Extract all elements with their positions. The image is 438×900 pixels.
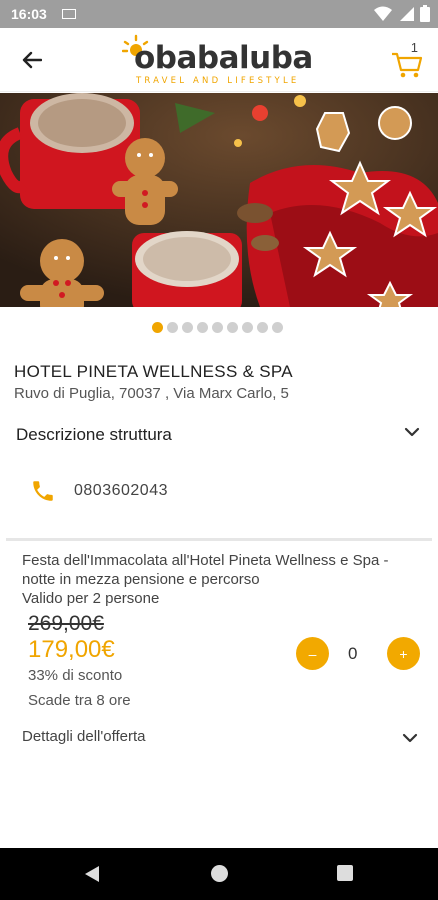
battery-icon (420, 5, 430, 22)
chevron-down-icon (402, 733, 418, 743)
app-bar: obabaluba TRAVEL AND LIFESTYLE 1 (0, 28, 438, 92)
signal-icon (400, 6, 414, 21)
offer-details-toggle[interactable]: Dettagli dell'offerta (0, 720, 438, 760)
minus-icon: – (308, 645, 317, 662)
hotel-address: Ruvo di Puglia, 70037 , Via Marx Carlo, … (14, 385, 289, 402)
carousel-dot[interactable] (182, 322, 193, 333)
status-time: 16:03 (11, 6, 47, 22)
back-button[interactable] (16, 46, 48, 74)
offer-card: Festa dell'Immacolata all'Hotel Pineta W… (22, 551, 417, 608)
carousel-dot[interactable] (257, 322, 268, 333)
arrow-left-icon (22, 51, 42, 69)
carousel-dot[interactable] (212, 322, 223, 333)
phone-contact[interactable]: 0803602043 (0, 470, 438, 514)
hotel-name: HOTEL PINETA WELLNESS & SPA (14, 362, 293, 381)
nav-recents-icon[interactable] (337, 865, 353, 881)
cart-button[interactable]: 1 (390, 36, 424, 80)
wifi-icon (374, 6, 392, 21)
cart-icon (392, 52, 423, 78)
quantity-value: 0 (348, 644, 358, 663)
carousel-dot[interactable] (227, 322, 238, 333)
christmas-treats-image (0, 93, 438, 307)
plus-icon: + (399, 645, 408, 662)
carousel-dot[interactable] (272, 322, 283, 333)
phone-number: 0803602043 (74, 482, 168, 499)
status-icons (374, 5, 430, 22)
expiry-label: Scade tra 8 ore (28, 692, 131, 709)
logo-tagline: TRAVEL AND LIFESTYLE (136, 76, 300, 86)
increase-quantity-button[interactable]: + (387, 637, 420, 670)
system-navigation-bar (0, 848, 438, 900)
offer-title: Festa dell'Immacolata all'Hotel Pineta W… (22, 552, 389, 588)
discount-label: 33% di sconto (28, 667, 123, 684)
mail-notification-icon (62, 9, 76, 19)
decrease-quantity-button[interactable]: – (296, 637, 329, 670)
status-bar: 16:03 (0, 0, 438, 28)
offer-details-label: Dettagli dell'offerta (22, 728, 146, 745)
carousel-dot-active[interactable] (152, 322, 163, 333)
carousel-dot[interactable] (197, 322, 208, 333)
logo-name: obabaluba (134, 40, 313, 76)
nav-back-icon[interactable] (84, 865, 100, 883)
carousel-dot[interactable] (167, 322, 178, 333)
phone-icon (33, 481, 53, 501)
description-label: Descrizione struttura (16, 425, 172, 444)
chevron-down-icon (404, 427, 420, 437)
description-toggle[interactable]: Descrizione struttura (0, 412, 438, 456)
old-price: 269,00€ (28, 612, 104, 635)
new-price: 179,00€ (28, 636, 115, 663)
carousel-dot[interactable] (242, 322, 253, 333)
carousel-indicator (0, 322, 438, 333)
brand-logo: obabaluba TRAVEL AND LIFESTYLE (122, 34, 322, 88)
offer-validity: Valido per 2 persone (22, 590, 160, 607)
nav-home-icon[interactable] (211, 865, 228, 882)
hero-image[interactable] (0, 93, 438, 307)
divider (6, 538, 432, 541)
